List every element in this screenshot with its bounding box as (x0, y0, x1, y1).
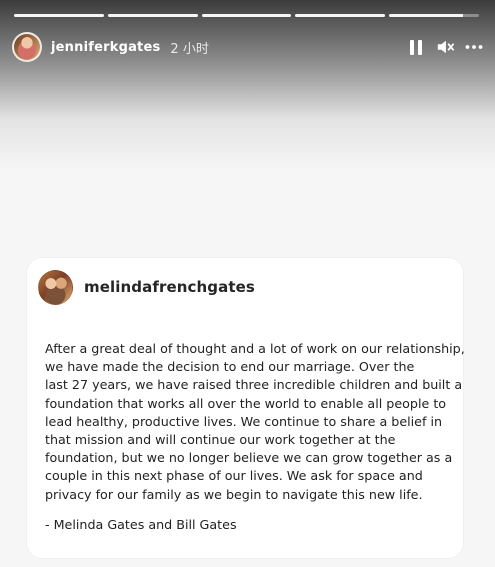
story-header: jenniferkgates 2 小时 (12, 31, 483, 63)
story-progress-segment-3 (201, 14, 292, 17)
statement-signature: - Melinda Gates and Bill Gates (45, 517, 237, 532)
statement-line: privacy for our family as we begin to na… (45, 486, 423, 502)
story-progress-segment-1 (14, 14, 104, 17)
story-author-username[interactable]: jenniferkgates (51, 40, 160, 55)
shared-post-statement: After a great deal of thought and a lot … (45, 340, 465, 504)
statement-line: foundation, but we no longer believe we … (45, 450, 453, 466)
story-progress-bar (14, 14, 479, 17)
story-progress-segment-2 (107, 14, 198, 17)
shared-post-author-username[interactable]: melindafrenchgates (84, 278, 255, 296)
muted-speaker-icon[interactable] (436, 38, 454, 56)
statement-line: couple in this next phase of our lives. … (45, 468, 423, 484)
statement-line: we have made the decision to end our mar… (45, 359, 415, 375)
statement-line: foundation that works all over the world… (45, 395, 447, 411)
shared-post-card[interactable]: melindafrenchgates After a great deal of… (27, 258, 465, 558)
story-controls (407, 38, 483, 56)
story-header-gradient (0, 0, 495, 170)
shared-post-author-avatar[interactable] (38, 270, 73, 305)
story-progress-segment-4 (295, 14, 386, 17)
story-author-avatar[interactable] (12, 32, 42, 62)
statement-line: that mission and will continue our work … (45, 432, 396, 448)
statement-line: lead healthy, productive lives. We conti… (45, 413, 443, 429)
instagram-story-viewer: jenniferkgates 2 小时 melindafrenchgates A… (0, 0, 495, 567)
story-progress-segment-5 (389, 14, 479, 17)
story-post-time: 2 小时 (170, 41, 209, 57)
pause-icon[interactable] (407, 38, 425, 56)
statement-line: last 27 years, we have raised three incr… (45, 377, 463, 393)
more-options-icon[interactable] (465, 38, 483, 56)
statement-line: After a great deal of thought and a lot … (45, 341, 465, 356)
